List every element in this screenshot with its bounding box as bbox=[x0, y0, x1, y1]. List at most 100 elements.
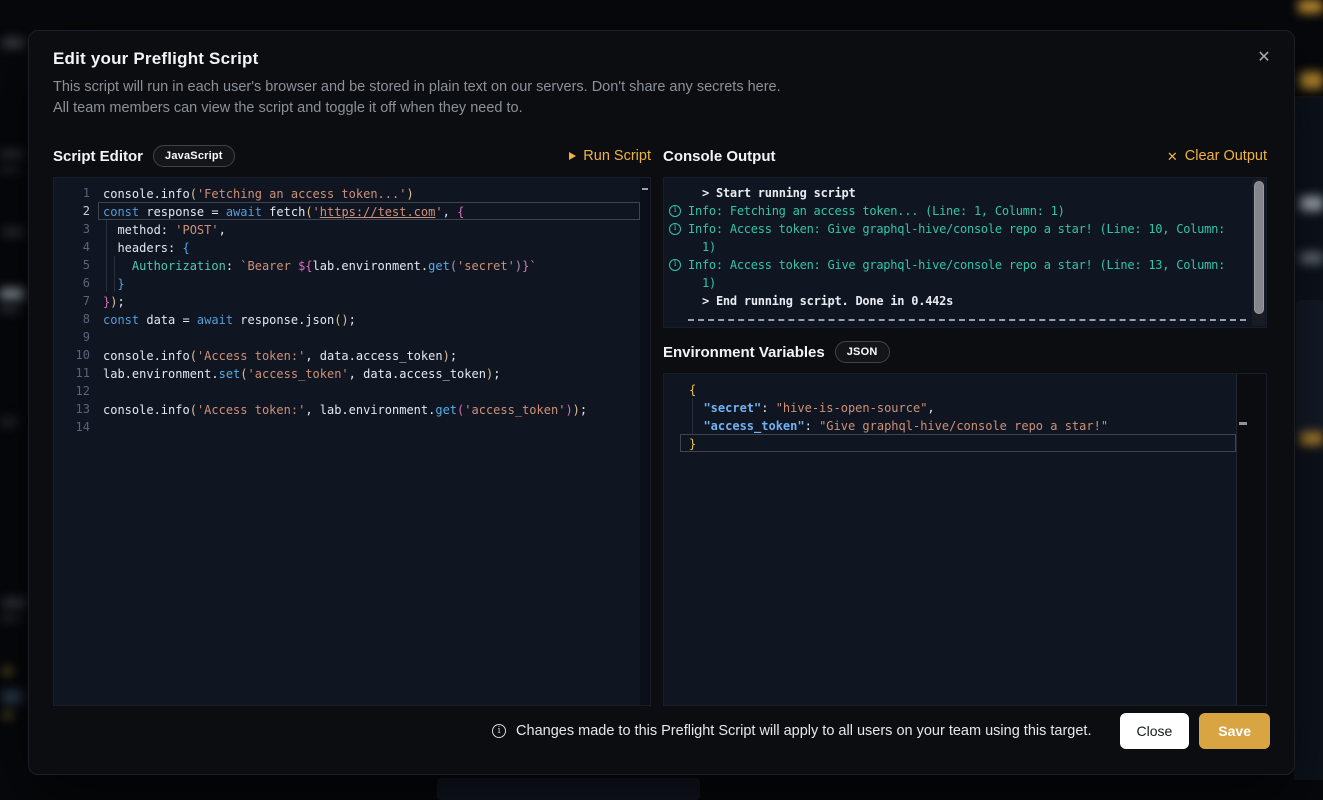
console-output-title: Console Output bbox=[663, 148, 776, 165]
cursor-mark bbox=[1239, 422, 1247, 425]
line-number: 10 bbox=[54, 346, 90, 364]
console-output-header: Console Output ✕ Clear Output bbox=[663, 143, 1267, 169]
clear-icon: ✕ bbox=[1167, 150, 1178, 163]
console-line: 1) bbox=[664, 274, 1266, 292]
play-icon bbox=[569, 152, 576, 160]
background-blur bbox=[0, 615, 20, 621]
close-button[interactable]: Close bbox=[1120, 713, 1190, 749]
line-number: 3 bbox=[54, 220, 90, 238]
background-blur bbox=[0, 288, 24, 300]
code-line[interactable]: console.info('Access token:', data.acces… bbox=[98, 346, 640, 364]
code-line[interactable]: method: 'POST', bbox=[98, 220, 640, 238]
code-line[interactable] bbox=[98, 328, 640, 346]
line-number: 6 bbox=[54, 274, 90, 292]
modal-footer: Changes made to this Preflight Script wi… bbox=[53, 713, 1270, 749]
run-script-label: Run Script bbox=[583, 148, 651, 164]
background-blur bbox=[1300, 252, 1323, 264]
background-blur bbox=[2, 598, 26, 608]
console-line: > Start running script bbox=[664, 184, 1266, 202]
console-scrollbar-thumb[interactable] bbox=[1254, 181, 1264, 314]
background-blur bbox=[2, 690, 22, 704]
code-line[interactable]: headers: { bbox=[98, 238, 640, 256]
preflight-script-modal: ✕ Edit your Preflight Script This script… bbox=[28, 30, 1295, 775]
background-blur bbox=[2, 38, 24, 48]
code-line[interactable]: lab.environment.set('access_token', data… bbox=[98, 364, 640, 382]
environment-variables-header: Environment Variables JSON bbox=[663, 339, 1267, 365]
line-number: 12 bbox=[54, 382, 90, 400]
background-blur bbox=[1296, 300, 1323, 435]
console-line: 1) bbox=[664, 238, 1266, 256]
background-blur bbox=[4, 712, 12, 718]
env-code-area[interactable]: { "secret": "hive-is-open-source", "acce… bbox=[680, 380, 1236, 452]
background-blur bbox=[2, 228, 24, 236]
line-number: 7 bbox=[54, 292, 90, 310]
line-number: 1 bbox=[54, 184, 90, 202]
console-output[interactable]: > Start running scriptInfo: Fetching an … bbox=[663, 177, 1267, 328]
script-editor[interactable]: 1234567891011121314 console.info('Fetchi… bbox=[53, 177, 651, 706]
run-script-button[interactable]: Run Script bbox=[569, 148, 651, 164]
code-line[interactable]: { bbox=[680, 380, 1236, 398]
code-line[interactable]: Authorization: `Bearer ${lab.environment… bbox=[98, 256, 640, 274]
background-blur bbox=[0, 306, 20, 312]
line-number-gutter: 1234567891011121314 bbox=[54, 184, 98, 705]
background-blur bbox=[4, 668, 12, 674]
page-title: Edit your Preflight Script bbox=[53, 49, 258, 69]
info-icon bbox=[669, 223, 681, 235]
info-icon bbox=[492, 724, 506, 738]
console-entries: > Start running scriptInfo: Fetching an … bbox=[664, 178, 1266, 327]
code-line[interactable]: }); bbox=[98, 292, 640, 310]
background-blur bbox=[1300, 72, 1323, 89]
script-editor-header: Script Editor JavaScript Run Script bbox=[53, 143, 651, 169]
code-line[interactable]: } bbox=[98, 274, 640, 292]
cursor-mark bbox=[642, 188, 648, 190]
background-blur bbox=[1298, 0, 1323, 13]
console-scrollbar[interactable] bbox=[1252, 179, 1265, 326]
code-line[interactable]: const data = await response.json(); bbox=[98, 310, 640, 328]
screen: ✕ Edit your Preflight Script This script… bbox=[0, 0, 1323, 800]
clear-output-button[interactable]: ✕ Clear Output bbox=[1167, 148, 1267, 164]
console-line: > End running script. Done in 0.442s bbox=[664, 292, 1266, 310]
code-line[interactable]: } bbox=[680, 434, 1236, 452]
json-badge: JSON bbox=[835, 341, 890, 363]
info-icon bbox=[669, 205, 681, 217]
overview-ruler bbox=[640, 178, 650, 705]
code-line[interactable] bbox=[98, 418, 640, 436]
footer-note-text: Changes made to this Preflight Script wi… bbox=[516, 723, 1091, 739]
code-line[interactable]: console.info('Fetching an access token..… bbox=[98, 184, 640, 202]
console-line: Info: Fetching an access token... (Line:… bbox=[664, 202, 1266, 220]
info-icon bbox=[669, 259, 681, 271]
environment-variables-editor[interactable]: { "secret": "hive-is-open-source", "acce… bbox=[663, 373, 1267, 706]
description-line-1: This script will run in each user's brow… bbox=[53, 77, 781, 98]
code-line[interactable]: const response = await fetch('https://te… bbox=[98, 202, 640, 220]
background-blur bbox=[0, 166, 20, 172]
line-number: 11 bbox=[54, 364, 90, 382]
console-line: Info: Access token: Give graphql-hive/co… bbox=[664, 256, 1266, 274]
console-line: Info: Access token: Give graphql-hive/co… bbox=[664, 220, 1266, 238]
background-blur bbox=[437, 778, 700, 800]
modal-description: This script will run in each user's brow… bbox=[53, 77, 781, 119]
javascript-badge: JavaScript bbox=[153, 145, 235, 167]
description-line-2: All team members can view the script and… bbox=[53, 98, 781, 119]
line-number: 13 bbox=[54, 400, 90, 418]
script-code-area[interactable]: console.info('Fetching an access token..… bbox=[98, 184, 640, 705]
indent-guide bbox=[106, 220, 107, 292]
code-line[interactable]: "access_token": "Give graphql-hive/conso… bbox=[680, 416, 1236, 434]
indent-guide bbox=[114, 256, 115, 292]
background-blur bbox=[0, 150, 24, 158]
background-blur bbox=[0, 418, 18, 426]
footer-note: Changes made to this Preflight Script wi… bbox=[492, 723, 1091, 739]
console-divider bbox=[664, 310, 1266, 328]
save-button[interactable]: Save bbox=[1199, 713, 1270, 749]
line-number: 2 bbox=[54, 202, 90, 220]
code-line[interactable]: "secret": "hive-is-open-source", bbox=[680, 398, 1236, 416]
line-number: 5 bbox=[54, 256, 90, 274]
background-blur bbox=[1300, 432, 1323, 445]
clear-output-label: Clear Output bbox=[1185, 148, 1267, 164]
code-line[interactable] bbox=[98, 382, 640, 400]
close-icon[interactable]: ✕ bbox=[1250, 43, 1278, 71]
code-line[interactable]: console.info('Access token:', lab.enviro… bbox=[98, 400, 640, 418]
line-number: 4 bbox=[54, 238, 90, 256]
indent-guide bbox=[692, 398, 693, 434]
background-blur bbox=[1300, 196, 1323, 211]
line-number: 9 bbox=[54, 328, 90, 346]
